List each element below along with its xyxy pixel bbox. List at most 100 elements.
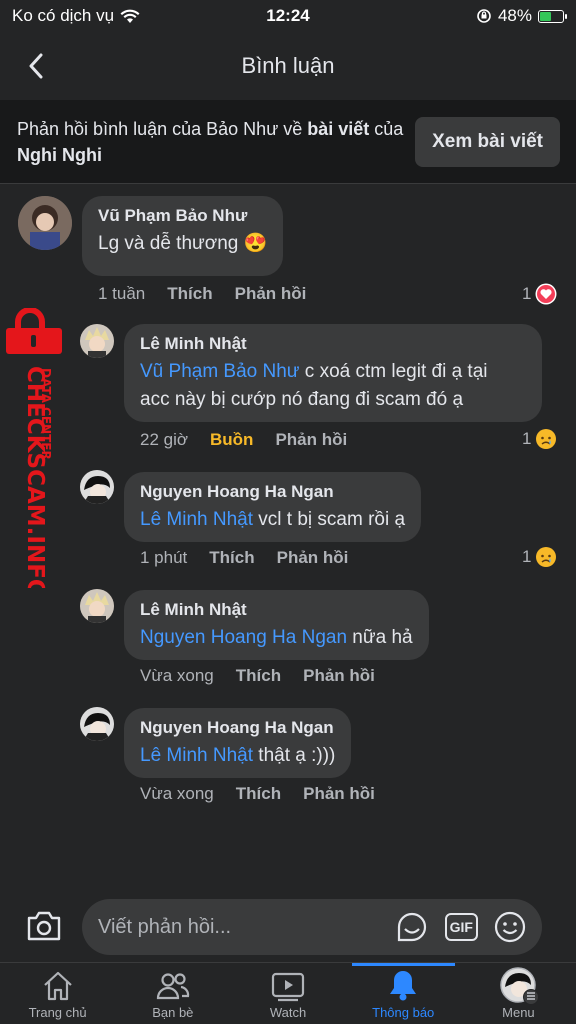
reply-input[interactable]: Viết phản hồi... GIF bbox=[82, 899, 542, 955]
status-left: Ko có dịch vụ bbox=[12, 6, 212, 26]
sticker-icon[interactable] bbox=[395, 910, 429, 944]
sad-icon bbox=[536, 547, 557, 567]
emoji-icon[interactable] bbox=[494, 911, 526, 943]
comment-text: Lê Minh Nhật thật ạ :))) bbox=[140, 742, 335, 770]
tab-label: Watch bbox=[269, 1005, 307, 1020]
reply-placeholder: Viết phản hồi... bbox=[98, 915, 232, 938]
avatar[interactable] bbox=[80, 589, 114, 623]
context-mid: của bbox=[369, 118, 404, 139]
menu-hamburger-icon bbox=[523, 989, 540, 1005]
tab-home[interactable]: Trang chủ bbox=[0, 963, 115, 1024]
reaction-count[interactable]: 1 bbox=[522, 546, 557, 568]
reaction-number: 1 bbox=[522, 284, 532, 303]
comment-text: Nguyen Hoang Ha Ngan nữa hả bbox=[140, 624, 413, 652]
comment-meta: 1 phút Thích Phản hồi bbox=[140, 548, 348, 568]
comment-text-body: nữa hả bbox=[347, 627, 413, 648]
tab-label: Menu bbox=[502, 1005, 535, 1020]
love-icon bbox=[535, 283, 557, 305]
comment-text: Vũ Phạm Bảo Như c xoá ctm legit đi ạ tại… bbox=[140, 358, 526, 414]
comment-author[interactable]: Lê Minh Nhật bbox=[140, 334, 526, 354]
tab-menu[interactable]: Menu bbox=[461, 963, 576, 1024]
comment-text-line: c xoá ctm legit đi ạ tại bbox=[299, 361, 488, 382]
battery-level bbox=[540, 11, 551, 21]
reply-button[interactable]: Phản hồi bbox=[235, 284, 307, 304]
avatar[interactable] bbox=[80, 324, 114, 358]
comment-author[interactable]: Lê Minh Nhật bbox=[140, 600, 413, 620]
comment-bubble[interactable]: Nguyen Hoang Ha Ngan Lê Minh Nhật thật ạ… bbox=[124, 708, 352, 778]
chevron-left-icon bbox=[29, 53, 43, 79]
context-bar: Phản hồi bình luận của Bảo Như về bài vi… bbox=[0, 100, 576, 184]
status-bar: Ko có dịch vụ 12:24 48% bbox=[0, 0, 576, 32]
avatar[interactable] bbox=[80, 470, 114, 504]
comment-time: 1 phút bbox=[140, 548, 188, 567]
comment-meta: Vừa xong Thích Phản hồi bbox=[140, 784, 375, 804]
reaction-number: 1 bbox=[522, 547, 532, 566]
sad-reaction-button[interactable]: Buồn bbox=[210, 430, 253, 450]
status-time: 12:24 bbox=[266, 6, 310, 25]
like-button[interactable]: Thích bbox=[209, 548, 254, 568]
context-post-link[interactable]: bài viết bbox=[307, 119, 369, 139]
context-author-link[interactable]: Nghi Nghi bbox=[17, 145, 102, 165]
comment-time: Vừa xong bbox=[140, 666, 214, 685]
wifi-icon bbox=[120, 9, 140, 23]
back-button[interactable] bbox=[18, 48, 54, 84]
comment-meta: 22 giờ Buồn Phản hồi bbox=[140, 430, 347, 450]
reaction-number: 1 bbox=[522, 429, 532, 448]
watermark: CHECKSCAM.INFO DATA CENTER bbox=[4, 307, 64, 598]
comment-bubble[interactable]: Lê Minh Nhật Vũ Phạm Bảo Như c xoá ctm l… bbox=[124, 324, 542, 422]
comment-text-body: vcl t bị scam rồi ạ bbox=[253, 509, 406, 530]
watch-icon bbox=[271, 972, 305, 1002]
comment-text-body: thật ạ :))) bbox=[253, 745, 336, 766]
tab-friends[interactable]: Bạn bè bbox=[115, 963, 230, 1024]
comment-bubble[interactable]: Nguyen Hoang Ha Ngan Lê Minh Nhật vcl t … bbox=[124, 472, 422, 542]
comment-author[interactable]: Nguyen Hoang Ha Ngan bbox=[140, 482, 405, 502]
battery-icon bbox=[538, 9, 567, 23]
composer: Viết phản hồi... GIF bbox=[0, 896, 576, 958]
reply-button[interactable]: Phản hồi bbox=[303, 784, 375, 804]
tab-notifications[interactable]: Thông báo bbox=[346, 963, 461, 1024]
mention-link[interactable]: Lê Minh Nhật bbox=[140, 509, 253, 530]
comment-text: Lg và dễ thương 😍 bbox=[98, 233, 268, 254]
comment-text-line: acc này bị cướp nó đang đi scam đó ạ bbox=[140, 389, 464, 410]
home-icon bbox=[43, 971, 72, 1001]
page-title: Bình luận bbox=[241, 53, 335, 78]
mention-link[interactable]: Lê Minh Nhật bbox=[140, 745, 253, 766]
tab-label: Trang chủ bbox=[28, 1005, 87, 1020]
comment-meta: 1 tuần Thích Phản hồi bbox=[98, 284, 306, 304]
like-button[interactable]: Thích bbox=[236, 666, 281, 686]
comment-time: Vừa xong bbox=[140, 784, 214, 803]
sad-icon bbox=[536, 429, 557, 449]
reaction-count[interactable]: 1 bbox=[522, 428, 557, 450]
comment-meta: Vừa xong Thích Phản hồi bbox=[140, 666, 375, 686]
avatar[interactable] bbox=[80, 707, 114, 741]
tab-watch[interactable]: Watch bbox=[230, 963, 345, 1024]
like-button[interactable]: Thích bbox=[167, 284, 212, 304]
gif-button[interactable]: GIF bbox=[444, 913, 478, 941]
camera-button[interactable] bbox=[26, 910, 62, 947]
tab-label: Bạn bè bbox=[152, 1005, 194, 1020]
watermark-sub: DATA CENTER bbox=[39, 368, 53, 460]
reply-button[interactable]: Phản hồi bbox=[303, 666, 375, 686]
see-post-button[interactable]: Xem bài viết bbox=[415, 116, 560, 167]
reply-button[interactable]: Phản hồi bbox=[277, 548, 349, 568]
bell-icon bbox=[390, 971, 417, 1001]
comment-time: 1 tuần bbox=[98, 284, 146, 303]
mention-link[interactable]: Vũ Phạm Bảo Như bbox=[140, 361, 300, 382]
context-text: Phản hồi bình luận của Bảo Như về bài vi… bbox=[17, 116, 415, 168]
reaction-count[interactable]: 1 bbox=[522, 283, 557, 305]
context-prefix: Phản hồi bình luận của Bảo Như về bbox=[17, 118, 308, 139]
comment-bubble[interactable]: Vũ Phạm Bảo Như Lg và dễ thương 😍 bbox=[82, 196, 284, 276]
carrier-label: Ko có dịch vụ bbox=[12, 6, 115, 25]
mention-link[interactable]: Nguyen Hoang Ha Ngan bbox=[140, 627, 347, 648]
avatar[interactable] bbox=[18, 196, 72, 250]
comment-author[interactable]: Nguyen Hoang Ha Ngan bbox=[140, 718, 335, 738]
composer-icons: GIF bbox=[395, 910, 526, 944]
orientation-lock-icon bbox=[477, 9, 491, 23]
profile-avatar bbox=[500, 967, 540, 1005]
like-button[interactable]: Thích bbox=[236, 784, 281, 804]
comment-text: Lê Minh Nhật vcl t bị scam rồi ạ bbox=[140, 506, 405, 534]
comment-author[interactable]: Vũ Phạm Bảo Như bbox=[98, 206, 267, 226]
reply-button[interactable]: Phản hồi bbox=[275, 430, 347, 450]
battery-percent: 48% bbox=[497, 6, 532, 25]
comment-bubble[interactable]: Lê Minh Nhật Nguyen Hoang Ha Ngan nữa hả bbox=[124, 590, 429, 660]
